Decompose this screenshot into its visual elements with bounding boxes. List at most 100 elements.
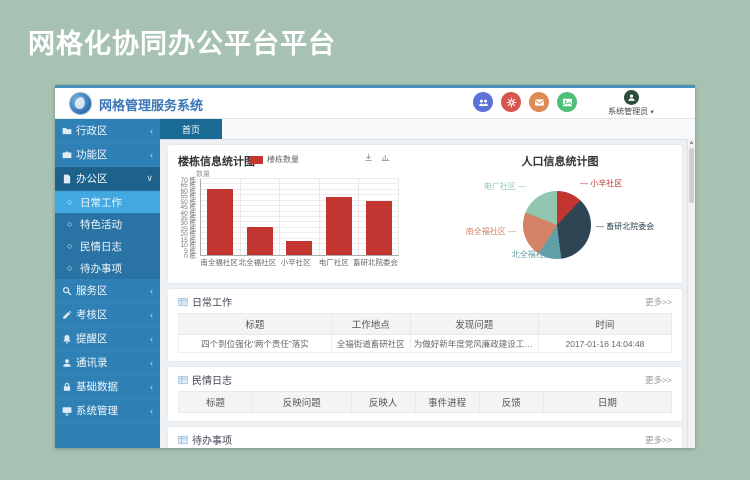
table-icon	[178, 375, 188, 385]
chart-toolbox	[364, 153, 390, 162]
bar	[366, 201, 392, 255]
x-category-label: 小辛社区	[277, 257, 315, 268]
search-icon	[62, 286, 76, 296]
more-link[interactable]: 更多>>	[645, 374, 672, 386]
app-title: 网格管理服务系统	[99, 95, 203, 114]
legend-label: 楼栋数量	[267, 154, 299, 165]
bar-chart-icon[interactable]	[381, 153, 390, 162]
y-tick-label: 70 栋	[180, 174, 196, 184]
mail-icon[interactable]	[529, 92, 549, 112]
app-window: 网格管理服务系统 系统管理员 ▾	[55, 85, 695, 448]
lock-icon	[62, 382, 76, 392]
pie-chart-title: 人口信息统计图	[500, 153, 620, 169]
chevron-left-icon: ‹	[150, 150, 153, 160]
app-header: 网格管理服务系统 系统管理员 ▾	[55, 88, 695, 119]
bar-chart-legend: 楼栋数量	[250, 154, 299, 165]
monitor-icon	[62, 406, 76, 416]
table-icon	[178, 435, 188, 445]
briefcase-icon	[62, 150, 76, 160]
chevron-left-icon: ‹	[150, 406, 153, 416]
user-name: 系统管理员	[608, 107, 648, 116]
bar	[326, 197, 352, 255]
column-header: 工作地点	[331, 314, 410, 335]
sidebar-item-xingzhengqu[interactable]: 行政区‹	[55, 119, 160, 143]
main-content: 首页 楼栋信息统计图 数量 楼栋数量	[160, 119, 695, 448]
chevron-left-icon: ‹	[150, 334, 153, 344]
app-body: 行政区‹功能区‹办公区∨○日常工作○特色活动○民情日志○待办事项服务区‹考核区‹…	[55, 119, 695, 448]
download-icon[interactable]	[364, 153, 373, 162]
sidebar-item-tixingqu[interactable]: 提醒区‹	[55, 327, 160, 351]
photo-icon[interactable]	[557, 92, 577, 112]
section-title: 民情日志	[192, 372, 232, 387]
bar-chart-title: 楼栋信息统计图	[178, 153, 255, 169]
gear-icon[interactable]	[501, 92, 521, 112]
circle-bullet-icon: ○	[67, 263, 80, 273]
bar	[207, 189, 233, 255]
sidebar-subitem-richanggongzuo[interactable]: ○日常工作	[55, 191, 160, 213]
pencil-icon	[62, 310, 76, 320]
sidebar-item-fuwuqu[interactable]: 服务区‹	[55, 279, 160, 303]
pie-slice-label: 电厂社区 —	[462, 181, 526, 192]
pie-slice-label: 南全福社区 —	[444, 226, 516, 237]
scroll-up-icon[interactable]: ▲	[688, 140, 695, 146]
section-daily-work: 日常工作 更多>> 标题工作地点发现问题时间四个到位强化“两个责任”落实全福街道…	[168, 289, 682, 361]
column-header: 反映人	[351, 392, 415, 413]
legend-swatch	[250, 156, 263, 164]
sidebar-item-tongxunlu[interactable]: 通讯录‹	[55, 351, 160, 375]
x-category-label: 南全福社区	[200, 257, 238, 268]
section-title: 待办事项	[192, 432, 232, 447]
pie-slice-label: — 畜研北院委会	[596, 221, 676, 232]
sidebar-item-jichushuju[interactable]: 基础数据‹	[55, 375, 160, 399]
bar-chart-plot	[200, 179, 399, 256]
bar	[247, 227, 273, 255]
header-quick-icons	[473, 92, 577, 112]
section-title: 日常工作	[192, 294, 232, 309]
pie-slice-label: 北全福社区 —	[486, 249, 562, 260]
vertical-scrollbar[interactable]: ▲	[687, 139, 695, 448]
app-logo	[69, 92, 92, 115]
sidebar: 行政区‹功能区‹办公区∨○日常工作○特色活动○民情日志○待办事项服务区‹考核区‹…	[55, 119, 160, 448]
tab-home[interactable]: 首页	[160, 119, 222, 139]
chevron-left-icon: ‹	[150, 310, 153, 320]
chevron-down-icon: ∨	[146, 173, 153, 184]
data-table: 标题反映问题反映人事件进程反馈日期	[178, 391, 672, 413]
page-background: 网格化协同办公平台平台 网格管理服务系统	[0, 0, 750, 480]
content-area: 楼栋信息统计图 数量 楼栋数量	[160, 139, 688, 448]
x-category-label: 北全福社区	[238, 257, 276, 268]
column-header: 反馈	[479, 392, 543, 413]
chevron-left-icon: ‹	[150, 382, 153, 392]
users-icon[interactable]	[473, 92, 493, 112]
sidebar-subitem-minqingrizhi[interactable]: ○民情日志	[55, 235, 160, 257]
more-link[interactable]: 更多>>	[645, 434, 672, 446]
column-header: 日期	[543, 392, 671, 413]
column-header: 标题	[179, 314, 332, 335]
sidebar-subitem-tesehuodong[interactable]: ○特色活动	[55, 213, 160, 235]
more-link[interactable]: 更多>>	[645, 296, 672, 308]
person-icon	[624, 90, 639, 105]
circle-bullet-icon: ○	[67, 241, 80, 251]
chevron-down-icon: ▾	[650, 109, 654, 116]
circle-bullet-icon: ○	[67, 197, 80, 207]
data-table: 标题工作地点发现问题时间四个到位强化“两个责任”落实全福街道畜研社区为做好新年度…	[178, 313, 672, 353]
table-icon	[178, 297, 188, 307]
file-icon	[62, 174, 76, 184]
table-row[interactable]: 四个到位强化“两个责任”落实全福街道畜研社区为做好新年度党风廉政建设工作，进一步…	[179, 335, 672, 353]
column-header: 标题	[179, 392, 253, 413]
page-title: 网格化协同办公平台平台	[28, 22, 336, 61]
sidebar-item-xitongguanli[interactable]: 系统管理‹	[55, 399, 160, 423]
chevron-left-icon: ‹	[150, 126, 153, 136]
user-menu[interactable]: 系统管理员 ▾	[601, 90, 661, 117]
x-category-label: 畜研北院委会	[353, 257, 398, 268]
section-public-sentiment-log: 民情日志 更多>> 标题反映问题反映人事件进程反馈日期	[168, 367, 682, 421]
sidebar-item-gongnengqu[interactable]: 功能区‹	[55, 143, 160, 167]
tab-bar: 首页	[160, 119, 695, 140]
scrollbar-thumb[interactable]	[689, 148, 694, 203]
column-header: 反映问题	[252, 392, 351, 413]
section-todo-items: 待办事项 更多>> 标题发布人发布部门信息类别创建时间过期时间状态	[168, 427, 682, 448]
x-category-label: 电厂社区	[315, 257, 353, 268]
sidebar-item-kaohequ[interactable]: 考核区‹	[55, 303, 160, 327]
sidebar-item-bangongqu[interactable]: 办公区∨	[55, 167, 160, 191]
sidebar-subitem-daibanshixiang[interactable]: ○待办事项	[55, 257, 160, 279]
folder-icon	[62, 126, 76, 136]
bar-chart-x-labels: 南全福社区北全福社区小辛社区电厂社区畜研北院委会	[200, 257, 398, 268]
